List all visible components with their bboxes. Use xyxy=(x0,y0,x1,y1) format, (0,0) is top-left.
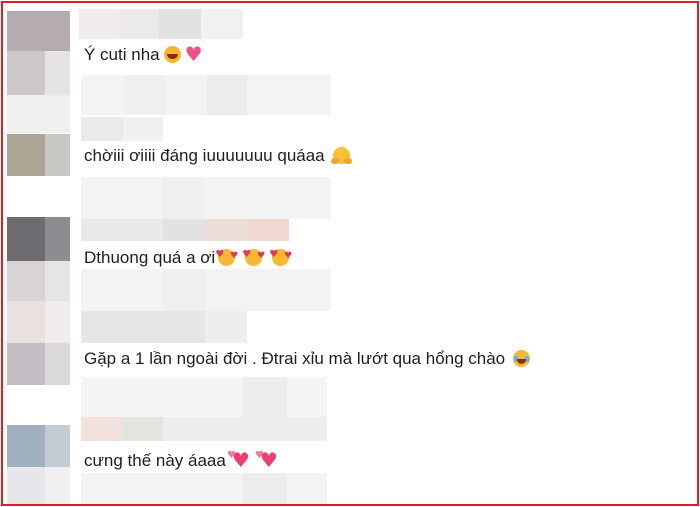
avatar-blur xyxy=(45,301,70,343)
comment-text: Ý cuti nha xyxy=(84,43,203,66)
comment-body: cưng thế này áaaa xyxy=(84,451,226,470)
username-blur xyxy=(163,269,205,311)
avatar-blur xyxy=(45,134,70,176)
avatar-blur xyxy=(7,51,45,95)
face-with-tears-of-joy-icon xyxy=(513,350,531,367)
screenshot-frame: Ý cuti nha chờiii ơiiii đáng iuuuuuuu qu… xyxy=(1,1,699,506)
action-blur xyxy=(81,417,121,441)
hugging-face-icon xyxy=(330,147,350,164)
growing-heart-icon xyxy=(255,445,280,471)
comment-text: Dthuong quá a ơi xyxy=(84,244,292,269)
comment-body: chờiii ơiiii đáng iuuuuuuu quáaa xyxy=(84,146,325,165)
action-blur xyxy=(163,219,207,241)
avatar-blur xyxy=(45,261,70,301)
avatar-blur xyxy=(45,217,70,261)
smiling-face-with-hearts-icon xyxy=(269,244,292,267)
comment-text: chờiii ơiiii đáng iuuuuuuu quáaa xyxy=(84,145,350,167)
avatar-blur xyxy=(45,343,70,385)
avatar[interactable] xyxy=(7,343,45,385)
comment-body: Gặp a 1 lần ngoài đời . Đtrai xỉu mà lướ… xyxy=(84,349,506,368)
username-blur xyxy=(81,377,327,417)
username-blur xyxy=(81,177,331,219)
comment-text: Gặp a 1 lần ngoài đời . Đtrai xỉu mà lướ… xyxy=(84,348,531,370)
avatar-blur xyxy=(7,11,70,51)
comment-text: cưng thế này áaaa xyxy=(84,445,280,472)
username-blur xyxy=(163,177,203,219)
avatar[interactable] xyxy=(7,134,45,176)
username-blur xyxy=(207,75,247,115)
username-blur xyxy=(81,473,327,504)
grinning-squint-icon xyxy=(163,46,181,63)
username-blur xyxy=(201,9,243,39)
username-blur xyxy=(81,269,331,311)
username-blur xyxy=(243,473,287,504)
username-blur xyxy=(125,75,165,115)
pink-heart-icon xyxy=(185,43,203,65)
username-blur xyxy=(243,377,287,417)
avatar-blur xyxy=(7,95,70,133)
avatar-blur xyxy=(45,425,70,467)
smiling-face-with-hearts-icon xyxy=(215,244,238,267)
comment-body: Ý cuti nha xyxy=(84,45,160,64)
username-blur xyxy=(119,9,159,39)
action-blur xyxy=(81,311,205,343)
avatar[interactable] xyxy=(7,217,45,261)
action-blur xyxy=(249,219,289,241)
avatar-blur xyxy=(7,467,45,504)
action-blur xyxy=(207,219,249,241)
avatar-blur xyxy=(7,261,45,301)
avatar-blur xyxy=(45,51,70,95)
username-blur xyxy=(79,9,119,39)
username-blur xyxy=(159,9,201,39)
avatar-blur xyxy=(7,301,45,343)
comment-body: Dthuong quá a ơi xyxy=(84,248,216,267)
action-blur xyxy=(121,417,163,441)
growing-heart-icon xyxy=(227,445,252,471)
smiling-face-with-hearts-icon xyxy=(242,244,265,267)
avatar[interactable] xyxy=(7,425,45,467)
action-blur xyxy=(123,117,163,141)
username-blur xyxy=(81,75,331,115)
avatar-blur xyxy=(45,467,70,504)
